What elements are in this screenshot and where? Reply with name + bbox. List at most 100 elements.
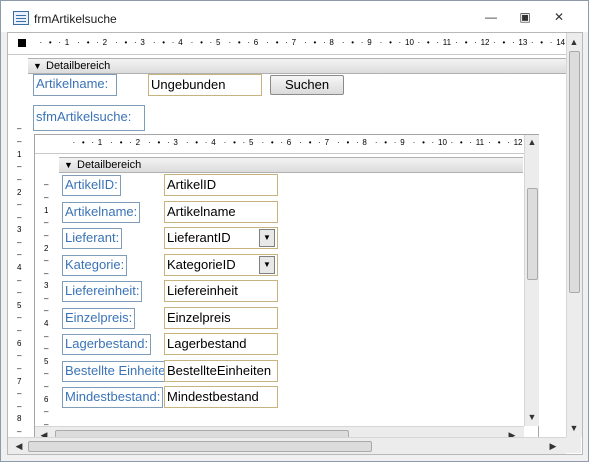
- artikelname-label[interactable]: Artikelname:: [33, 74, 117, 96]
- scroll-up-icon[interactable]: ▲: [525, 135, 539, 149]
- ruler-tick: –: [17, 363, 22, 373]
- subform-vertical-scrollbar[interactable]: ▲ ▼: [524, 135, 539, 426]
- scroll-down-icon[interactable]: ▼: [567, 421, 581, 435]
- ruler-tick: •: [86, 38, 90, 47]
- field-textbox[interactable]: Einzelpreis: [164, 306, 278, 329]
- minimize-button[interactable]: —: [482, 10, 500, 24]
- field-textbox[interactable]: Lagerbestand: [164, 333, 278, 355]
- ruler-tick: ·: [228, 38, 232, 47]
- ruler-number: 6: [253, 38, 259, 47]
- dropdown-arrow-icon[interactable]: ▼: [259, 229, 275, 247]
- scroll-thumb[interactable]: [527, 188, 538, 280]
- scroll-thumb[interactable]: [28, 441, 372, 452]
- ruler-tick: ·: [96, 38, 99, 47]
- form-selector-icon[interactable]: [18, 39, 26, 47]
- ruler-tick: •: [389, 38, 392, 47]
- scroll-left-icon[interactable]: ◀: [12, 439, 26, 453]
- ruler-tick: ·: [129, 138, 132, 147]
- ruler-tick: –: [17, 250, 22, 260]
- ruler-number: 5: [216, 38, 221, 47]
- scrollbar-corner: [566, 437, 581, 453]
- ruler-number: 9: [400, 138, 405, 147]
- close-button[interactable]: ✕: [550, 10, 568, 24]
- horizontal-ruler: · • · 1 · • · 2 · • · 3 · • · 4 · • · 5 · • · 6 · • · 7 · • · 8 · • · 9 · • · 1…: [8, 33, 566, 55]
- field-textbox[interactable]: ArtikelID: [164, 174, 278, 196]
- title-bar[interactable]: frmArtikelsuche — ▣ ✕: [1, 1, 588, 32]
- ruler-tick: ·: [39, 38, 43, 47]
- ruler-tick: •: [540, 38, 544, 47]
- field-textbox[interactable]: BestellteEinheiten: [164, 359, 278, 382]
- ruler-tick: •: [48, 38, 52, 47]
- ruler-tick: •: [119, 138, 123, 147]
- scroll-down-icon[interactable]: ▼: [525, 410, 539, 424]
- ruler-number: 2: [44, 243, 49, 253]
- ruler-number: 3: [140, 38, 145, 47]
- ruler-number: 1: [97, 138, 103, 147]
- field-textbox[interactable]: Mindestbestand: [164, 386, 278, 408]
- ruler-number: 8: [17, 414, 22, 424]
- form-icon[interactable]: [13, 11, 29, 25]
- restore-button[interactable]: ▣: [516, 10, 534, 24]
- ruler-tick: –: [44, 381, 49, 391]
- main-horizontal-scrollbar[interactable]: ◀ ▶: [8, 437, 566, 454]
- section-collapse-icon: ▼: [33, 61, 42, 71]
- scroll-up-icon[interactable]: ▲: [567, 35, 581, 49]
- ruler-tick: ·: [190, 38, 194, 47]
- section-bar-detail[interactable]: ▼ Detailbereich: [28, 58, 566, 74]
- ruler-number: 7: [291, 38, 297, 47]
- ruler-number: 14: [556, 38, 566, 47]
- ruler-number: 3: [173, 138, 178, 147]
- field-label[interactable]: Lieferant:: [62, 228, 123, 249]
- ruler-tick: •: [200, 38, 203, 47]
- subform-control[interactable]: · • · 1 · • · 2 · • · 3 · • · 4 · • · 5 · • · 6 · • · 7 · • · 8 · • · 9 · • · 1…: [34, 134, 539, 444]
- ruler-number: 12: [513, 138, 523, 147]
- field-label[interactable]: Liefereinheit:: [62, 281, 143, 302]
- ruler-tick: –: [44, 369, 49, 379]
- field-label[interactable]: Bestellte Einheiten:: [62, 360, 166, 382]
- ruler-tick: –: [17, 401, 22, 411]
- ruler-number: 7: [324, 138, 330, 147]
- search-button[interactable]: Suchen: [270, 75, 344, 95]
- ruler-tick: ·: [261, 138, 265, 147]
- ruler-number: 5: [17, 301, 22, 310]
- ruler-tick: ·: [242, 138, 246, 147]
- ruler-number: 6: [44, 394, 49, 404]
- field-label[interactable]: Artikelname:: [62, 201, 141, 223]
- subform-section-bar-detail[interactable]: ▼ Detailbereich: [59, 157, 523, 173]
- ruler-tick: ·: [493, 38, 496, 47]
- ruler-tick: •: [237, 38, 241, 47]
- ruler-tick: –: [17, 426, 22, 436]
- ruler-tick: •: [497, 138, 501, 147]
- ruler-tick: –: [44, 268, 49, 278]
- field-textbox[interactable]: Artikelname: [164, 200, 278, 223]
- ruler-number: 1: [17, 149, 22, 159]
- ruler-tick: ·: [110, 138, 113, 147]
- ruler-tick: •: [426, 38, 430, 47]
- ruler-tick: ·: [549, 38, 553, 47]
- subform-label[interactable]: sfmArtikelsuche:: [33, 105, 145, 131]
- ruler-tick: –: [17, 212, 22, 222]
- ruler-tick: –: [44, 344, 49, 354]
- ruler-tick: ·: [204, 138, 208, 147]
- scroll-thumb[interactable]: [569, 51, 580, 293]
- main-vertical-scrollbar[interactable]: ▲ ▼: [566, 33, 582, 437]
- ruler-number: 4: [211, 138, 216, 147]
- subform-vertical-ruler: ––1––2––3––4––5––6––7: [35, 154, 59, 426]
- field-textbox[interactable]: Liefereinheit: [164, 280, 278, 302]
- ruler-number: 11: [475, 138, 485, 147]
- field-label[interactable]: Kategorie:: [62, 254, 128, 276]
- ruler-tick: –: [17, 136, 22, 146]
- field-label[interactable]: Mindestbestand:: [62, 387, 164, 408]
- field-label[interactable]: Einzelpreis:: [62, 307, 136, 329]
- field-label[interactable]: ArtikelID:: [62, 175, 121, 196]
- ruler-tick: ·: [266, 38, 269, 47]
- section-collapse-icon: ▼: [64, 160, 73, 170]
- dropdown-arrow-icon[interactable]: ▼: [259, 255, 275, 274]
- ruler-number: 3: [44, 281, 49, 291]
- ruler-number: 5: [44, 357, 49, 366]
- ruler-tick: –: [17, 237, 22, 247]
- search-textbox[interactable]: Ungebunden: [148, 74, 262, 96]
- scroll-right-icon[interactable]: ▶: [546, 439, 560, 453]
- field-label[interactable]: Lagerbestand:: [62, 334, 152, 355]
- ruler-tick: ·: [185, 138, 189, 147]
